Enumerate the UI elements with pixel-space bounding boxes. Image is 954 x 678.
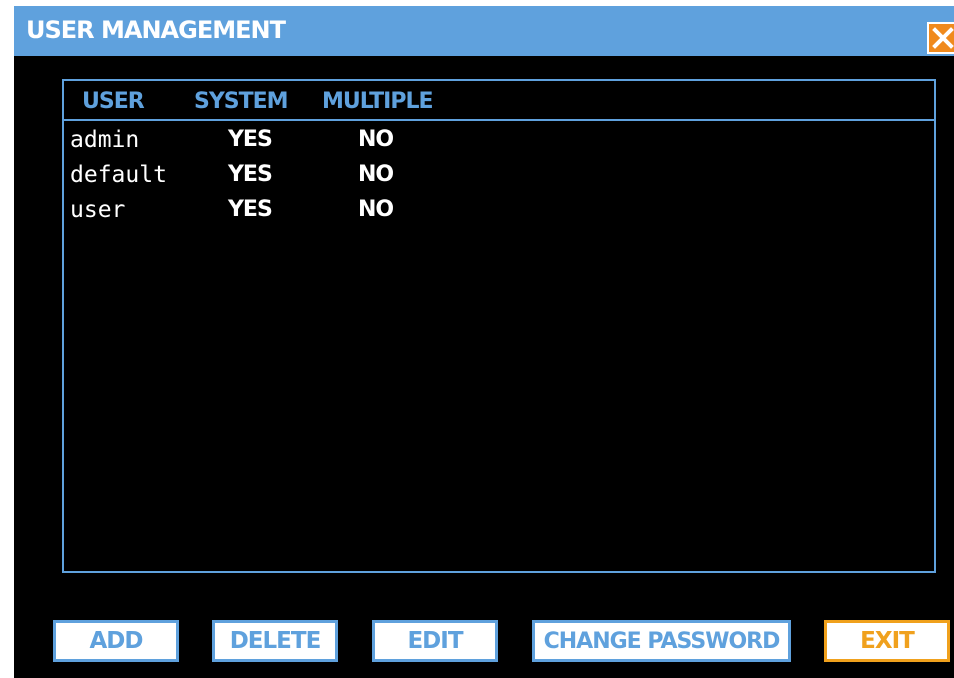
cell-user: admin: [70, 127, 140, 153]
table-header: USER SYSTEM MULTIPLE: [64, 81, 934, 121]
cell-multiple: NO: [358, 197, 394, 222]
table-row[interactable]: user YES NO: [64, 195, 934, 230]
cell-system: YES: [228, 162, 273, 187]
user-management-window: USER MANAGEMENT USER SYSTEM MULTIPLE adm…: [14, 6, 954, 678]
cell-multiple: NO: [358, 162, 394, 187]
column-header-user: USER: [82, 89, 145, 114]
column-header-system: SYSTEM: [194, 89, 289, 114]
change-password-button[interactable]: CHANGE PASSWORD: [532, 620, 791, 662]
cell-multiple: NO: [358, 127, 394, 152]
table-row[interactable]: admin YES NO: [64, 125, 934, 160]
cell-system: YES: [228, 127, 273, 152]
close-x-icon: [932, 27, 954, 49]
exit-button[interactable]: EXIT: [824, 620, 950, 662]
close-button[interactable]: [927, 22, 954, 54]
edit-button[interactable]: EDIT: [372, 620, 498, 662]
cell-system: YES: [228, 197, 273, 222]
cell-user: default: [70, 162, 167, 188]
table-row[interactable]: default YES NO: [64, 160, 934, 195]
delete-button[interactable]: DELETE: [212, 620, 338, 662]
add-button[interactable]: ADD: [53, 620, 179, 662]
column-header-multiple: MULTIPLE: [322, 89, 433, 114]
user-table: USER SYSTEM MULTIPLE admin YES NO defaul…: [62, 79, 936, 573]
window-title: USER MANAGEMENT: [26, 16, 286, 44]
table-body: admin YES NO default YES NO user YES NO: [64, 125, 934, 230]
cell-user: user: [70, 197, 126, 223]
title-bar: USER MANAGEMENT: [14, 6, 954, 56]
